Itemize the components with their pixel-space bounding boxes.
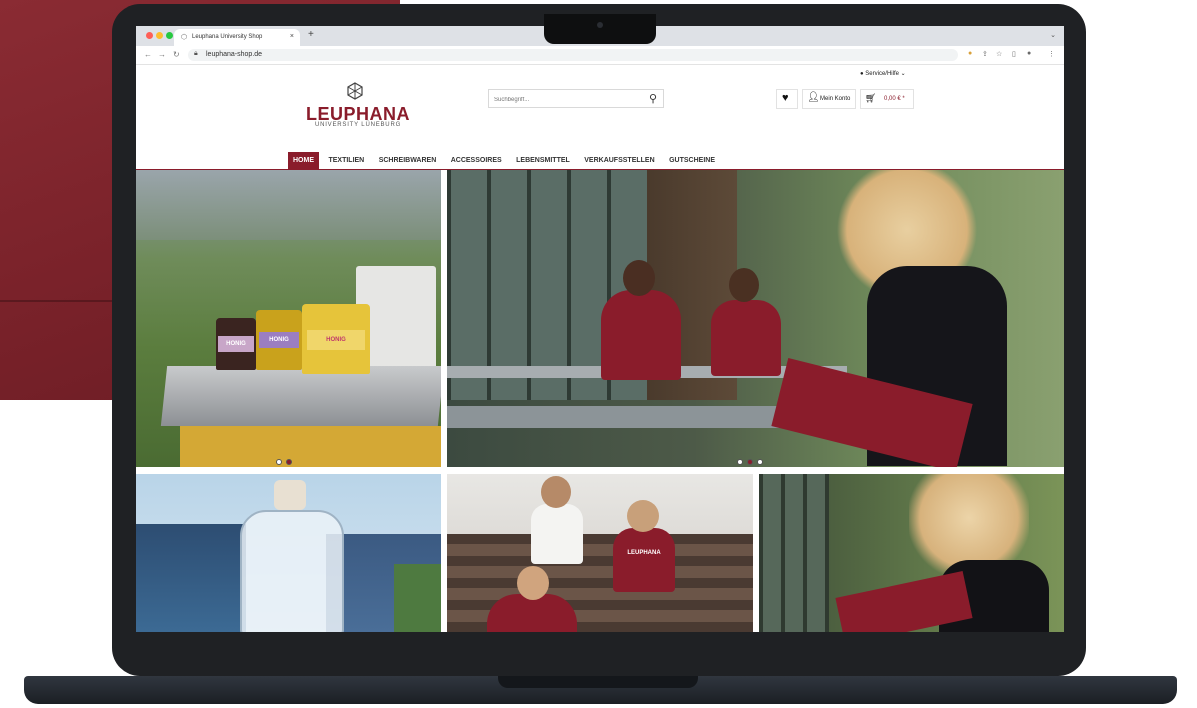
student-back xyxy=(601,290,681,380)
glass-bottle xyxy=(240,510,344,632)
service-link-label: Service/Hilfe xyxy=(865,71,899,77)
jar-label: HONIG xyxy=(218,336,254,352)
carousel-dot-active[interactable] xyxy=(286,459,292,465)
student-hoodie: LEUPHANA xyxy=(613,528,675,592)
info-icon: ● xyxy=(860,71,864,77)
account-label: Mein Konto xyxy=(820,96,851,102)
student-head xyxy=(627,500,659,532)
browser-menu-icon[interactable]: ⋮ xyxy=(1048,50,1055,58)
building-backdrop xyxy=(136,170,441,240)
sidebar-icon[interactable]: ▯ xyxy=(1012,50,1016,58)
carousel-dot[interactable] xyxy=(757,459,763,465)
tree-foliage xyxy=(394,564,441,632)
student-head xyxy=(623,260,655,296)
nav-item-verkaufsstellen[interactable]: VERKAUFSSTELLEN xyxy=(579,152,659,169)
nav-item-lebensmittel[interactable]: LEBENSMITTEL xyxy=(511,152,575,169)
jar-label: HONIG xyxy=(307,330,365,350)
student-white-shirt xyxy=(531,504,583,564)
hoodie-print: LEUPHANA xyxy=(627,550,661,556)
leuphana-logo-icon[interactable] xyxy=(347,82,363,100)
reading-banner[interactable] xyxy=(759,474,1064,632)
glass-facade xyxy=(759,474,829,632)
nav-item-gutscheine[interactable]: GUTSCHEINE xyxy=(664,152,720,169)
bookmark-star-icon[interactable]: ☆ xyxy=(996,50,1002,58)
search-icon[interactable]: ⚲ xyxy=(649,92,657,105)
carousel-dot[interactable] xyxy=(737,459,743,465)
logo-subtitle: UNIVERSITY LÜNEBURG xyxy=(314,122,402,128)
new-tab-button[interactable]: + xyxy=(308,29,314,40)
nav-item-textilien[interactable]: TEXTILIEN xyxy=(323,152,369,169)
wishlist-button[interactable]: ♥ xyxy=(776,89,798,109)
student-head xyxy=(541,476,571,508)
laptop-hinge-notch xyxy=(498,676,698,688)
jar-label: HONIG xyxy=(259,332,299,348)
tab-close-icon[interactable]: × xyxy=(290,33,294,40)
cart-icon: 🛒︎ xyxy=(865,93,877,103)
beehive-box xyxy=(180,426,441,467)
window-zoom-icon[interactable] xyxy=(166,32,173,39)
honey-jar: HONIG xyxy=(216,318,256,370)
building-backdrop xyxy=(136,524,246,632)
window-minimize-icon[interactable] xyxy=(156,32,163,39)
honey-banner[interactable]: HONIG HONIG HONIG xyxy=(136,170,441,467)
share-icon[interactable]: ⇪ xyxy=(982,50,988,58)
extension-icon[interactable]: ● xyxy=(968,50,972,57)
honey-jar: HONIG xyxy=(302,304,370,374)
search-box: ⚲ xyxy=(488,89,664,109)
student-front xyxy=(711,300,781,376)
address-bar: ← → ↻ 🔒︎ leuphana-shop.de ● ⇪ ☆ ▯ ● ⋮ xyxy=(136,46,1064,65)
favicon-icon: ⬡ xyxy=(181,34,188,41)
nav-item-schreibwaren[interactable]: SCHREIBWAREN xyxy=(374,152,442,169)
hero-banner[interactable] xyxy=(447,170,1064,467)
window-close-icon[interactable] xyxy=(146,32,153,39)
forward-icon[interactable]: → xyxy=(158,50,166,59)
browser-tab[interactable]: ⬡ Leuphana University Shop × xyxy=(174,29,300,46)
hero-carousel-dots xyxy=(737,452,767,467)
tab-search-icon[interactable]: ⌄ xyxy=(1050,31,1056,39)
honey-carousel-dots xyxy=(276,452,296,467)
bottle-banner[interactable] xyxy=(136,474,441,632)
cart-total: 0,00 € * xyxy=(884,96,905,102)
profile-icon[interactable]: ● xyxy=(1027,50,1031,57)
lock-icon: 🔒︎ xyxy=(194,50,198,57)
nav-item-home[interactable]: HOME xyxy=(288,152,319,169)
service-link[interactable]: ● Service/Hilfe ⌄ xyxy=(860,70,906,77)
tab-title: Leuphana University Shop xyxy=(192,34,263,40)
bottle-stopper xyxy=(274,480,306,510)
heart-icon: ♥ xyxy=(782,92,789,104)
carousel-dot-active[interactable] xyxy=(747,459,753,465)
reload-icon[interactable]: ↻ xyxy=(173,50,180,59)
url-text: leuphana-shop.de xyxy=(206,51,263,58)
laptop-notch xyxy=(544,14,656,44)
user-icon: 👤︎ xyxy=(807,92,820,103)
carousel-dot[interactable] xyxy=(276,459,282,465)
camera-icon xyxy=(597,22,603,28)
search-input[interactable] xyxy=(489,90,646,109)
chevron-down-icon: ⌄ xyxy=(900,71,906,77)
account-button[interactable]: 👤︎ Mein Konto xyxy=(802,89,856,109)
student-head xyxy=(517,566,549,600)
student-head xyxy=(729,268,759,302)
nav-item-accessoires[interactable]: ACCESSOIRES xyxy=(446,152,507,169)
laptop-screen: ⬡ Leuphana University Shop × + ⌄ ← → ↻ 🔒… xyxy=(136,26,1064,632)
cart-button[interactable]: 🛒︎ 0,00 € * xyxy=(860,89,914,109)
honey-jar: HONIG xyxy=(256,310,302,370)
main-navigation: HOME TEXTILIEN SCHREIBWAREN ACCESSOIRES … xyxy=(288,152,720,169)
back-icon[interactable]: ← xyxy=(144,50,152,59)
stairs-banner[interactable]: LEUPHANA xyxy=(447,474,753,632)
beehive-lid xyxy=(160,366,441,426)
url-field[interactable]: 🔒︎ leuphana-shop.de xyxy=(188,49,958,61)
